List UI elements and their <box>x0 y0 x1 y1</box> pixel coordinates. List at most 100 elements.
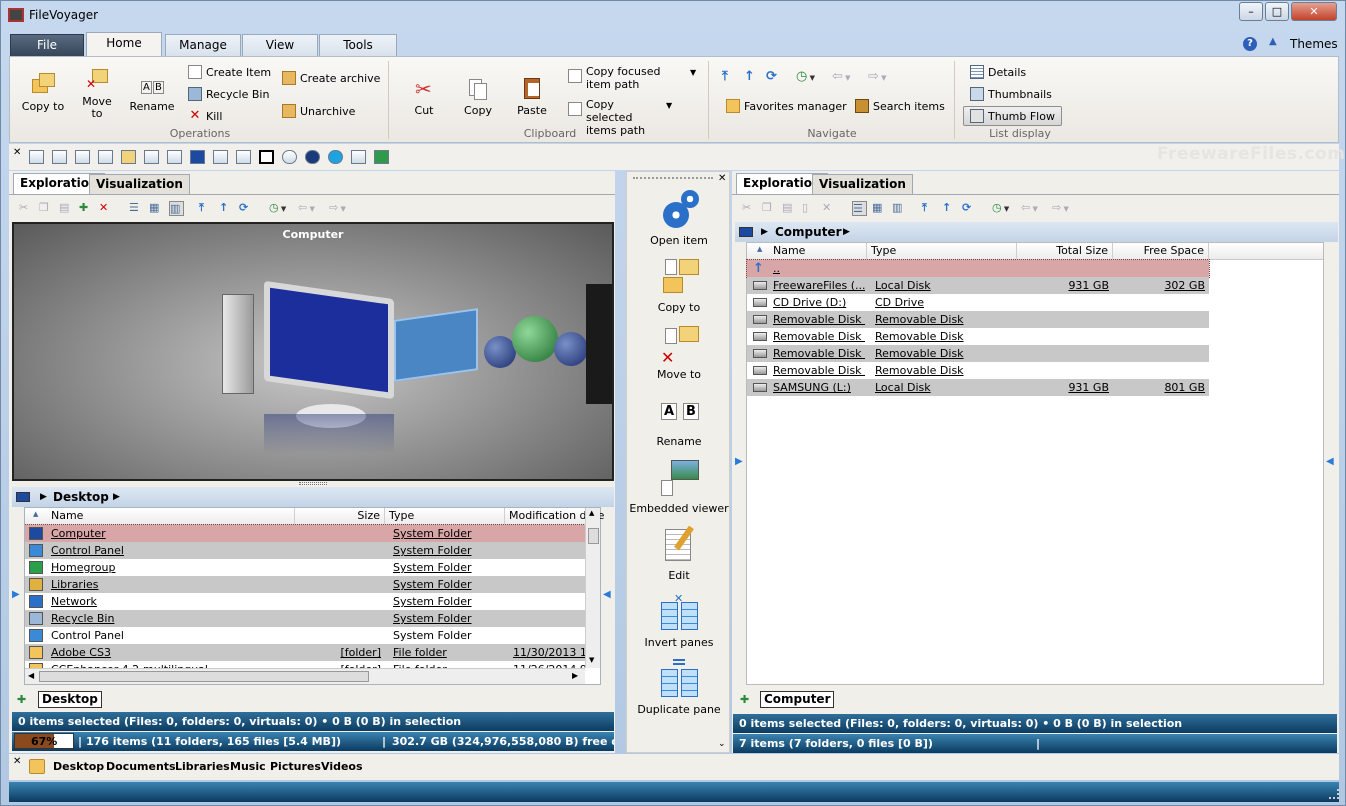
favorites-manager-button[interactable]: Favorites manager <box>726 99 847 113</box>
quick-tool-icon[interactable] <box>282 150 297 164</box>
right-collapse-arrow-icon[interactable]: ◀ <box>1326 456 1334 467</box>
history-icon[interactable]: ◷ ▼ <box>796 70 820 84</box>
move-to-action-button[interactable]: ✕ Move to <box>627 324 731 381</box>
quick-tool-icon[interactable] <box>259 150 274 164</box>
quick-tool-icon[interactable] <box>190 150 205 164</box>
forward-icon[interactable]: ⇨ ▼ <box>329 201 355 216</box>
more-actions-icon[interactable]: ⌄ <box>718 739 726 749</box>
rename-button[interactable]: AB Rename <box>128 79 176 113</box>
copy-button[interactable]: Copy <box>460 77 496 117</box>
table-row[interactable]: Adobe CS3 [folder] File folder 11/30/2013 1… <box>25 644 585 661</box>
thumb-flow-view-button[interactable]: Thumb Flow <box>963 106 1062 126</box>
tab-manage[interactable]: Manage <box>165 34 241 56</box>
table-row[interactable]: CCEnhancer-4.2-multilingual [folder] File … <box>25 661 585 668</box>
copy-icon[interactable]: ❐ <box>762 201 777 216</box>
column-header-free-space[interactable]: Free Space <box>1113 243 1209 260</box>
horizontal-scroll-thumb[interactable] <box>39 671 369 682</box>
table-row[interactable]: Removable Disk ... Removable Disk <box>747 311 1209 328</box>
left-bottom-tab-desktop[interactable]: Desktop <box>38 691 102 708</box>
duplicate-pane-button[interactable]: Duplicate pane <box>627 659 731 716</box>
favorites-folder-icon[interactable] <box>29 759 45 774</box>
favorite-desktop[interactable]: Desktop <box>53 760 104 773</box>
delete-icon[interactable]: ✕ <box>822 201 837 216</box>
unarchive-button[interactable]: Unarchive <box>282 104 355 118</box>
new-item-icon[interactable]: ✚ <box>79 201 94 216</box>
resize-grip-icon[interactable] <box>1329 789 1339 799</box>
table-row[interactable]: Removable Disk ... Removable Disk <box>747 345 1209 362</box>
table-row[interactable]: Control Panel System Folder <box>25 542 585 559</box>
scroll-left-icon[interactable]: ◀ <box>28 671 34 680</box>
quick-tool-icon[interactable] <box>121 150 136 164</box>
horizontal-scrollbar[interactable]: ◀ ▶ <box>25 668 585 684</box>
path-segment-computer[interactable]: Computer <box>775 222 841 242</box>
paste-icon[interactable]: ▤ <box>782 201 797 216</box>
path-arrow-icon[interactable]: ▶ <box>40 487 47 507</box>
close-favorites-icon[interactable]: ✕ <box>13 756 21 767</box>
cut-icon[interactable]: ✂ <box>19 201 34 216</box>
path-arrow-icon[interactable]: ▶ <box>761 222 768 242</box>
path-arrow-icon[interactable]: ▶ <box>113 487 120 507</box>
copy-to-button[interactable]: Copy to <box>20 73 66 113</box>
tab-tools[interactable]: Tools <box>319 34 397 56</box>
go-top-icon[interactable]: ⤒ <box>199 201 214 216</box>
right-tab-visualization[interactable]: Visualization <box>812 174 913 195</box>
table-row-up[interactable]: ↑ .. <box>746 259 1210 278</box>
go-top-icon[interactable]: ⤒ <box>722 70 736 84</box>
scroll-down-icon[interactable]: ▼ <box>589 656 594 664</box>
table-row[interactable]: Libraries System Folder <box>25 576 585 593</box>
tab-view[interactable]: View <box>242 34 318 56</box>
embedded-viewer-button[interactable]: Embedded viewer <box>627 458 731 515</box>
add-tab-icon[interactable]: ✚ <box>740 693 754 706</box>
themes-button[interactable]: Themes <box>1290 37 1338 51</box>
table-row[interactable]: SAMSUNG (L:) Local Disk 931 GB 801 GB <box>747 379 1209 396</box>
go-up-icon[interactable]: ↑ <box>942 201 957 216</box>
forward-icon[interactable]: ⇨ ▼ <box>868 70 894 84</box>
favorite-documents[interactable]: Documents <box>106 760 176 773</box>
quick-tool-icon[interactable] <box>75 150 90 164</box>
pane-grip[interactable] <box>633 177 713 179</box>
table-row[interactable]: CD Drive (D:) CD Drive <box>747 294 1209 311</box>
table-row[interactable]: Control Panel System Folder <box>25 627 585 644</box>
collapse-ribbon-icon[interactable]: ▲ <box>1269 36 1277 47</box>
create-item-button[interactable]: Create Item <box>188 65 271 79</box>
new-item-icon[interactable]: ▯ <box>802 201 817 216</box>
quick-tool-icon[interactable] <box>236 150 251 164</box>
maximize-button[interactable]: □ <box>1265 2 1289 21</box>
help-icon[interactable]: ? <box>1243 37 1257 51</box>
favorite-music[interactable]: Music <box>230 760 266 773</box>
thumb-flow-viewer[interactable]: Computer <box>12 222 614 481</box>
quick-tool-icon[interactable] <box>167 150 182 164</box>
quick-tool-icon[interactable] <box>351 150 366 164</box>
thumb-flow-icon[interactable]: ▥ <box>892 201 907 216</box>
column-header-name[interactable]: Name <box>769 243 867 260</box>
path-arrow-icon[interactable]: ▶ <box>843 222 850 242</box>
close-bar-icon[interactable]: ✕ <box>13 147 21 158</box>
left-expand-arrow-icon[interactable]: ▶ <box>735 456 743 467</box>
go-top-icon[interactable]: ⤒ <box>922 201 937 216</box>
back-icon[interactable]: ⇦ ▼ <box>832 70 858 84</box>
splitter-handle[interactable] <box>299 482 327 485</box>
thumbnails-view-button[interactable]: Thumbnails <box>970 87 1052 101</box>
cut-button[interactable]: ✂ Cut <box>408 77 440 117</box>
left-tab-visualization[interactable]: Visualization <box>89 174 190 195</box>
copy-icon[interactable]: ❐ <box>39 201 54 216</box>
paste-button[interactable]: Paste <box>512 77 552 117</box>
back-icon[interactable]: ⇦ ▼ <box>1021 201 1047 216</box>
quick-tool-icon[interactable] <box>374 150 389 164</box>
thumb-flow-icon[interactable]: ▥ <box>169 200 184 216</box>
table-row[interactable]: Removable Disk ... Removable Disk <box>747 362 1209 379</box>
copy-to-action-button[interactable]: Copy to <box>627 257 731 314</box>
path-segment-desktop[interactable]: Desktop <box>53 487 109 507</box>
delete-icon[interactable]: ✕ <box>99 201 114 216</box>
cut-icon[interactable]: ✂ <box>742 201 757 216</box>
favorite-pictures[interactable]: Pictures <box>270 760 321 773</box>
column-header-total-size[interactable]: Total Size <box>1017 243 1113 260</box>
refresh-icon[interactable]: ⟳ <box>962 201 977 216</box>
left-expand-arrow-icon[interactable]: ▶ <box>12 589 20 600</box>
open-item-button[interactable]: Open item <box>627 190 731 247</box>
details-view-button[interactable]: Details <box>970 65 1026 79</box>
thumbnails-icon[interactable]: ▦ <box>149 201 164 216</box>
table-row[interactable]: Recycle Bin System Folder <box>25 610 585 627</box>
table-row[interactable]: Network System Folder <box>25 593 585 610</box>
paste-icon[interactable]: ▤ <box>59 201 74 216</box>
